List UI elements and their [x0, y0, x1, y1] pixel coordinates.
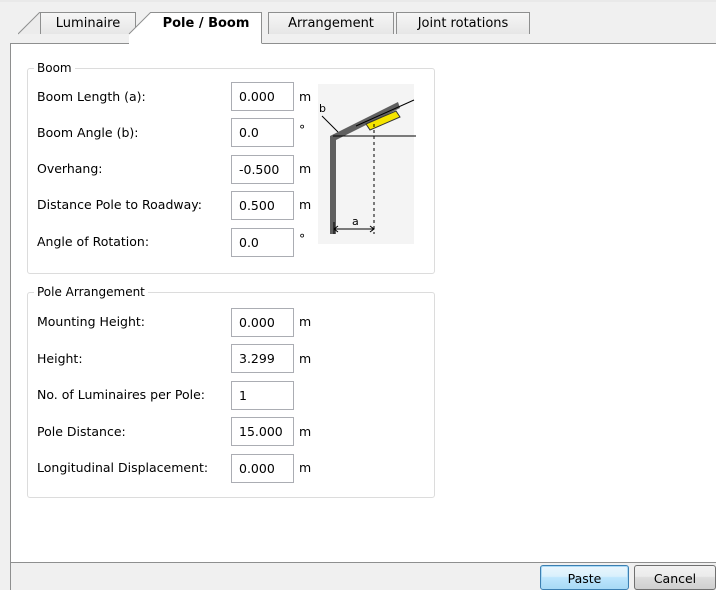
tab-pole-boom-slant	[128, 12, 152, 45]
boom-angle-input[interactable]	[231, 118, 294, 147]
tab-luminaire[interactable]: Luminaire	[40, 12, 136, 34]
height-unit: m	[299, 351, 312, 366]
tab-luminaire-label: Luminaire	[55, 16, 121, 31]
angle-of-rotation-label: Angle of Rotation:	[37, 234, 150, 249]
angle-of-rotation-unit: °	[299, 231, 306, 246]
pole-distance-input[interactable]	[231, 417, 294, 446]
luminaires-per-pole-label: No. of Luminaires per Pole:	[37, 387, 206, 402]
tab-page-pole-boom: Boom Boom Length (a): m Boom Angle (b): …	[10, 44, 716, 562]
longitudinal-displacement-unit: m	[299, 460, 312, 475]
height-input[interactable]	[231, 344, 294, 373]
boom-angle-unit: °	[299, 122, 306, 137]
angle-of-rotation-input[interactable]	[231, 228, 294, 257]
overhang-unit: m	[299, 161, 312, 176]
luminaires-per-pole-input[interactable]	[231, 381, 294, 410]
pole-shape	[330, 136, 336, 234]
boom-group: Boom Boom Length (a): m Boom Angle (b): …	[27, 61, 435, 274]
paste-button[interactable]: Paste	[540, 565, 629, 590]
longitudinal-displacement-label: Longitudinal Displacement:	[37, 460, 209, 475]
boom-length-label: Boom Length (a):	[37, 89, 146, 104]
pole-distance-label: Pole Distance:	[37, 424, 126, 439]
mounting-height-unit: m	[299, 314, 312, 329]
distance-pole-roadway-input[interactable]	[231, 191, 294, 220]
longitudinal-displacement-input[interactable]	[231, 454, 294, 483]
mounting-height-input[interactable]	[231, 308, 294, 337]
tab-luminaire-slant	[18, 12, 41, 35]
tab-joint-rotations-label: Joint rotations	[417, 16, 509, 31]
diagram-label-b: b	[319, 102, 326, 115]
boom-length-unit: m	[299, 89, 312, 104]
height-label: Height:	[37, 351, 83, 366]
boom-angle-label: Boom Angle (b):	[37, 125, 139, 140]
tab-arrangement[interactable]: Arrangement	[268, 12, 394, 34]
window-top-edge	[0, 0, 716, 2]
boom-group-title: Boom	[34, 61, 75, 75]
boom-geometry-diagram: a b	[318, 84, 416, 244]
tab-arrangement-label: Arrangement	[288, 16, 374, 31]
tab-pole-boom[interactable]: Pole / Boom	[150, 12, 262, 44]
distance-pole-roadway-label: Distance Pole to Roadway:	[37, 197, 202, 212]
diagram-label-a: a	[352, 215, 359, 228]
overhang-label: Overhang:	[37, 161, 103, 176]
tab-pole-boom-label: Pole / Boom	[162, 16, 250, 31]
mounting-height-label: Mounting Height:	[37, 314, 146, 329]
boom-length-input[interactable]	[231, 82, 294, 111]
overhang-input[interactable]	[231, 155, 294, 184]
tab-joint-rotations[interactable]: Joint rotations	[396, 12, 530, 34]
pole-arrangement-group-title: Pole Arrangement	[34, 285, 148, 299]
pole-distance-unit: m	[299, 424, 312, 439]
distance-pole-roadway-unit: m	[299, 197, 312, 212]
cancel-button[interactable]: Cancel	[634, 565, 716, 590]
pole-arrangement-group: Pole Arrangement Mounting Height: m Heig…	[27, 285, 435, 498]
